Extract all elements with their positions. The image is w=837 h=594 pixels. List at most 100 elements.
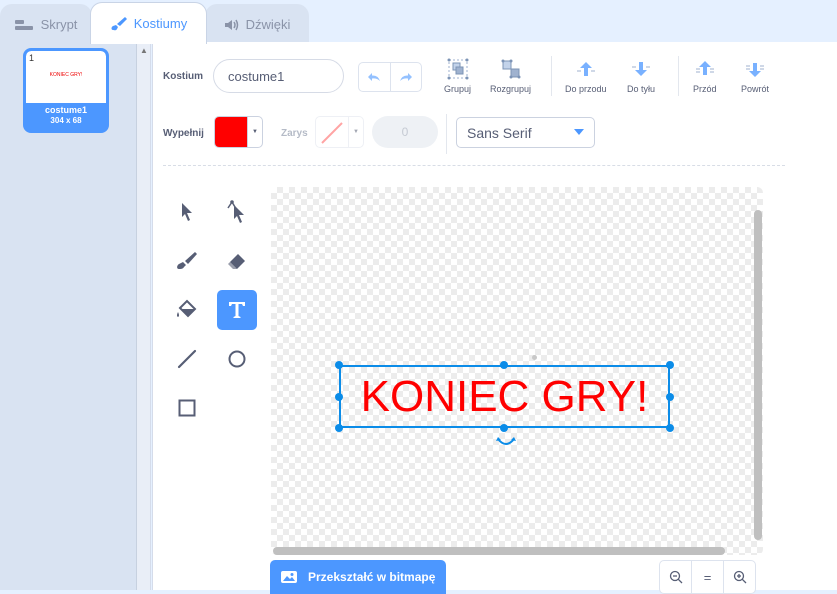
costume-name-label: costume1 [44, 105, 88, 115]
fill-color-swatch[interactable] [215, 117, 247, 147]
costume-number: 1 [29, 53, 35, 63]
scroll-up-arrow-icon[interactable]: ▲ [140, 46, 148, 55]
tab-sounds-label: Dźwięki [245, 17, 291, 32]
canvas-horizontal-scrollbar[interactable] [273, 547, 725, 555]
editor-tabs: Skrypt Kostiumy Dźwięki [0, 0, 837, 44]
costume-label: Kostium [163, 71, 203, 82]
tab-costumes-label: Kostiumy [133, 16, 188, 31]
brush-icon [111, 16, 127, 30]
no-color-icon [321, 122, 343, 144]
font-dropdown[interactable]: Sans Serif [456, 117, 595, 148]
zoom-in-icon [733, 570, 746, 584]
outline-color-swatch[interactable] [316, 117, 348, 147]
canvas-text[interactable]: KONIEC GRY! [341, 367, 668, 426]
circle-tool[interactable] [217, 339, 257, 379]
tab-code[interactable]: Skrypt [0, 4, 92, 44]
arrow-down-icon [632, 62, 650, 76]
reshape-tool[interactable] [217, 192, 257, 232]
convert-to-bitmap-button[interactable]: Przekształć w bitmapę [270, 560, 446, 594]
costume-thumbnail: 1 KONIEC GRY! [26, 51, 106, 103]
ungroup-button[interactable]: Rozgrupuj [490, 58, 531, 94]
resize-handle[interactable] [666, 393, 674, 401]
chevron-down-icon[interactable]: ▼ [247, 117, 262, 147]
fill-tool[interactable] [167, 290, 207, 330]
resize-handle[interactable] [335, 361, 343, 369]
outline-label: Zarys [281, 128, 308, 139]
code-icon [14, 19, 33, 30]
circle-icon [228, 350, 246, 368]
arrow-to-back-icon [746, 63, 764, 77]
paint-editor: Kostium costume1 Grupuj Rozgrupuj Do prz… [152, 42, 837, 594]
undo-icon [368, 73, 381, 81]
outline-width-input[interactable]: 0 [372, 116, 438, 148]
forward-label: Do przodu [565, 84, 607, 94]
resize-handle[interactable] [335, 424, 343, 432]
fill-label: Wypełnij [163, 128, 204, 139]
chevron-down-icon[interactable]: ▼ [348, 117, 363, 147]
text-tool[interactable] [217, 290, 257, 330]
text-t-icon [229, 302, 245, 318]
front-button[interactable]: Przód [693, 58, 717, 94]
costume-size-label: 304 x 68 [50, 116, 82, 125]
resize-handle[interactable] [500, 361, 508, 369]
eraser-icon [228, 254, 245, 269]
convert-to-bitmap-label: Przekształć w bitmapę [308, 570, 436, 584]
brush-tool[interactable] [167, 241, 207, 281]
font-dropdown-value: Sans Serif [467, 124, 532, 141]
eraser-tool[interactable] [217, 241, 257, 281]
group-icon [447, 58, 468, 80]
zoom-reset-label: = [703, 569, 712, 585]
group-label: Grupuj [444, 84, 472, 94]
redo-icon [399, 73, 412, 81]
backward-label: Do tyłu [627, 84, 656, 94]
costume-thumbnail-text: KONIEC GRY! [49, 72, 83, 78]
caret-down-icon [574, 129, 584, 135]
undo-button[interactable] [359, 63, 391, 91]
toolbar-divider [551, 56, 552, 96]
forward-button[interactable]: Do przodu [565, 58, 607, 94]
arrow-up-icon [576, 62, 595, 76]
select-tool[interactable] [167, 192, 207, 232]
arrow-pointer-icon [182, 203, 192, 221]
fill-color-picker[interactable]: ▼ [214, 116, 263, 148]
resize-handle[interactable] [666, 361, 674, 369]
line-tool[interactable] [167, 339, 207, 379]
toolbar-divider [446, 114, 447, 154]
toolbar-separator [163, 165, 785, 166]
undo-redo-group [358, 62, 422, 92]
costume-list-scrollbar[interactable]: ▲ [137, 42, 151, 590]
rotation-handle-icon[interactable] [495, 435, 517, 449]
back-label: Powrót [741, 84, 770, 94]
back-button[interactable]: Powrót [741, 58, 769, 94]
redo-button[interactable] [391, 63, 422, 91]
rectangle-tool[interactable] [167, 388, 207, 428]
tab-code-label: Skrypt [40, 17, 78, 32]
tab-sounds[interactable]: Dźwięki [205, 4, 309, 44]
resize-handle[interactable] [666, 424, 674, 432]
arrow-to-front-icon [695, 61, 714, 75]
front-label: Przód [693, 84, 717, 94]
resize-handle[interactable] [335, 393, 343, 401]
canvas-vertical-scrollbar[interactable] [754, 210, 762, 540]
outline-color-picker[interactable]: ▼ [315, 116, 364, 148]
image-icon [281, 571, 297, 583]
costume-name-input[interactable]: costume1 [213, 59, 344, 93]
ungroup-label: Rozgrupuj [490, 84, 532, 94]
brush-icon [177, 252, 197, 269]
resize-handle[interactable] [500, 424, 508, 432]
costume-tile[interactable]: 1 KONIEC GRY! costume1 304 x 68 [23, 48, 109, 133]
toolbar-divider [678, 56, 679, 96]
line-icon [177, 349, 197, 369]
backward-button[interactable]: Do tyłu [627, 58, 655, 94]
zoom-out-button[interactable] [659, 560, 692, 594]
text-selection-box[interactable]: KONIEC GRY! [339, 365, 670, 428]
zoom-out-icon [669, 570, 682, 584]
paint-bucket-icon [177, 299, 197, 318]
zoom-reset-button[interactable]: = [691, 560, 724, 594]
ungroup-icon [501, 59, 521, 79]
zoom-in-button[interactable] [723, 560, 756, 594]
group-button[interactable]: Grupuj [444, 58, 471, 94]
reshape-pointer-icon [227, 200, 244, 223]
tab-costumes[interactable]: Kostiumy [90, 2, 207, 44]
speaker-icon [224, 19, 238, 30]
